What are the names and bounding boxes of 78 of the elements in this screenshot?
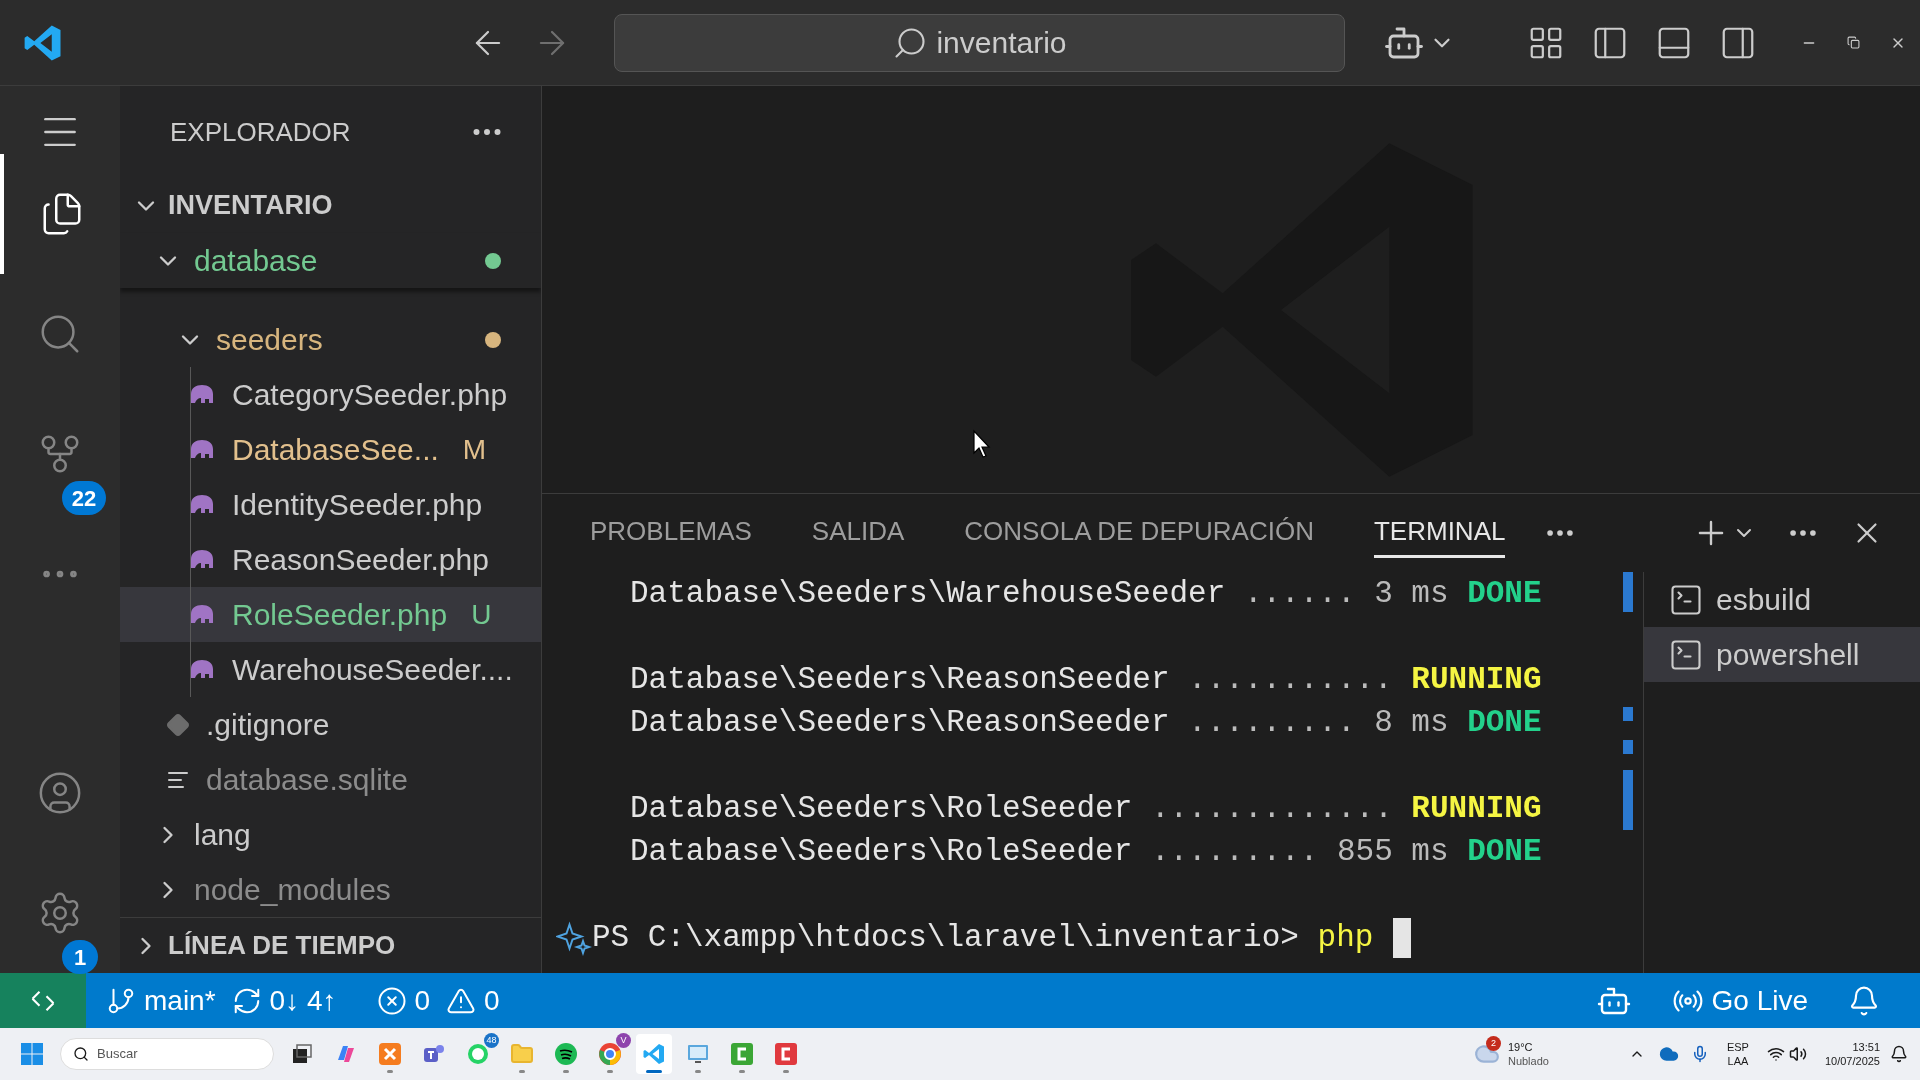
volume-icon[interactable]: [1788, 1045, 1807, 1063]
panel-tab[interactable]: SALIDA: [811, 508, 905, 558]
file-row[interactable]: database.sqlite: [120, 752, 541, 807]
timeline-label[interactable]: LÍNEA DE TIEMPO: [168, 926, 396, 965]
file-row[interactable]: CategorySeeder.php: [120, 367, 541, 422]
start-icon[interactable]: [20, 1042, 44, 1066]
file-label: DatabaseSee...: [232, 432, 439, 468]
sidebar-title: EXPLORADOR: [170, 115, 351, 149]
terminal-instance-item[interactable]: esbuild: [1644, 572, 1920, 627]
notification-badge: 2: [1485, 1036, 1501, 1051]
folder-root-label[interactable]: INVENTARIO: [168, 185, 333, 226]
panel-tab[interactable]: CONSOLA DE DEPURACIÓN: [964, 508, 1314, 558]
music-app-icon[interactable]: [554, 1042, 578, 1066]
problems-item[interactable]: 0 0: [376, 979, 500, 1022]
xampp-app-icon[interactable]: [378, 1042, 402, 1066]
file-label: ReasonSeeder.php: [232, 542, 489, 578]
terminal-line: Database\Seeders\RoleSeeder ............. RUNNING: [630, 790, 1543, 828]
branch-item[interactable]: main*: [106, 979, 216, 1022]
terminal-instance-item[interactable]: powershell: [1644, 627, 1920, 682]
sparkle-icon: [556, 919, 592, 956]
count-badge: 1: [62, 940, 98, 974]
language-indicator[interactable]: ESP LAA: [1726, 1040, 1749, 1068]
bell-icon[interactable]: [1848, 984, 1880, 1017]
file-row[interactable]: IdentitySeeder.php: [120, 477, 541, 532]
git-icon: [166, 712, 190, 737]
notification-badge: 48: [484, 1033, 499, 1048]
terminal-line: Database\Seeders\WarehouseSeeder ...... 3 ms DONE: [630, 575, 1543, 613]
restore-icon[interactable]: [1847, 36, 1860, 49]
app-icon[interactable]: [730, 1042, 754, 1066]
weather-temp: 19°C: [1507, 1040, 1534, 1054]
folder-label[interactable]: node_modules: [194, 867, 501, 912]
clock[interactable]: 13:51 10/07/2025: [1824, 1040, 1880, 1068]
terminal-cursor: [1393, 917, 1412, 958]
monitor-app-icon[interactable]: [686, 1042, 710, 1066]
terminal-line: Database\Seeders\ReasonSeeder ........... RUNNING: [630, 661, 1543, 699]
file-row[interactable]: WarehouseSeeder....: [120, 642, 541, 697]
count-badge: 22: [62, 481, 106, 515]
mouse-pointer-icon: [972, 429, 992, 459]
sync-item[interactable]: 0↓ 4↑: [231, 979, 337, 1022]
terminal-line: Database\Seeders\ReasonSeeder ......... 8 ms DONE: [630, 704, 1543, 742]
file-label: CategorySeeder.php: [232, 377, 508, 413]
taskbar-search-field[interactable]: Buscar: [60, 1038, 274, 1070]
file-label: RoleSeeder.php: [232, 597, 448, 633]
file-row[interactable]: ReasonSeeder.php: [120, 532, 541, 587]
git-status-label: M: [462, 432, 487, 467]
folder-label[interactable]: database: [194, 238, 473, 283]
panel-tab[interactable]: PROBLEMAS: [590, 508, 752, 558]
cloud-icon[interactable]: [1658, 1044, 1679, 1064]
file-row[interactable]: DatabaseSee... M: [120, 422, 541, 477]
notifications-icon[interactable]: [1890, 1045, 1908, 1063]
go-live-item[interactable]: Go Live: [1671, 979, 1808, 1022]
app-icon[interactable]: [774, 1042, 798, 1066]
task-view-icon[interactable]: [291, 1043, 313, 1065]
file-label: WarehouseSeeder....: [232, 652, 513, 688]
notification-badge: V: [616, 1033, 631, 1048]
file-label: .gitignore: [206, 707, 330, 743]
weather-desc: Nublado: [1507, 1054, 1549, 1068]
command-search-field[interactable]: inventario: [614, 13, 1345, 72]
terminal-command: php: [1317, 919, 1374, 957]
terminal-line: Database\Seeders\RoleSeeder ......... 855 ms DONE: [630, 833, 1543, 871]
wifi-icon[interactable]: [1766, 1045, 1785, 1063]
file-label: database.sqlite: [206, 762, 408, 798]
file-row[interactable]: RoleSeeder.php U: [120, 587, 541, 642]
folder-label[interactable]: seeders: [216, 317, 473, 362]
folder-label[interactable]: lang: [194, 812, 501, 857]
search-icon: [73, 1046, 89, 1062]
chat-app-icon[interactable]: [466, 1042, 490, 1066]
error-icon: [376, 985, 407, 1016]
search-text: inventario: [936, 25, 1067, 61]
account-icon[interactable]: [37, 770, 83, 816]
terminal-prompt: PS C:\xampp\htdocs\laravel\inventario>: [592, 919, 1300, 957]
activity-tab[interactable]: 22: [0, 394, 120, 514]
code-editor-app-icon[interactable]: [642, 1042, 666, 1066]
git-status-label: U: [471, 597, 492, 632]
file-row[interactable]: .gitignore: [120, 697, 541, 752]
file-label: IdentitySeeder.php: [232, 487, 483, 523]
browser-app-icon[interactable]: [598, 1042, 622, 1066]
panel-tab[interactable]: TERMINAL: [1373, 508, 1506, 558]
